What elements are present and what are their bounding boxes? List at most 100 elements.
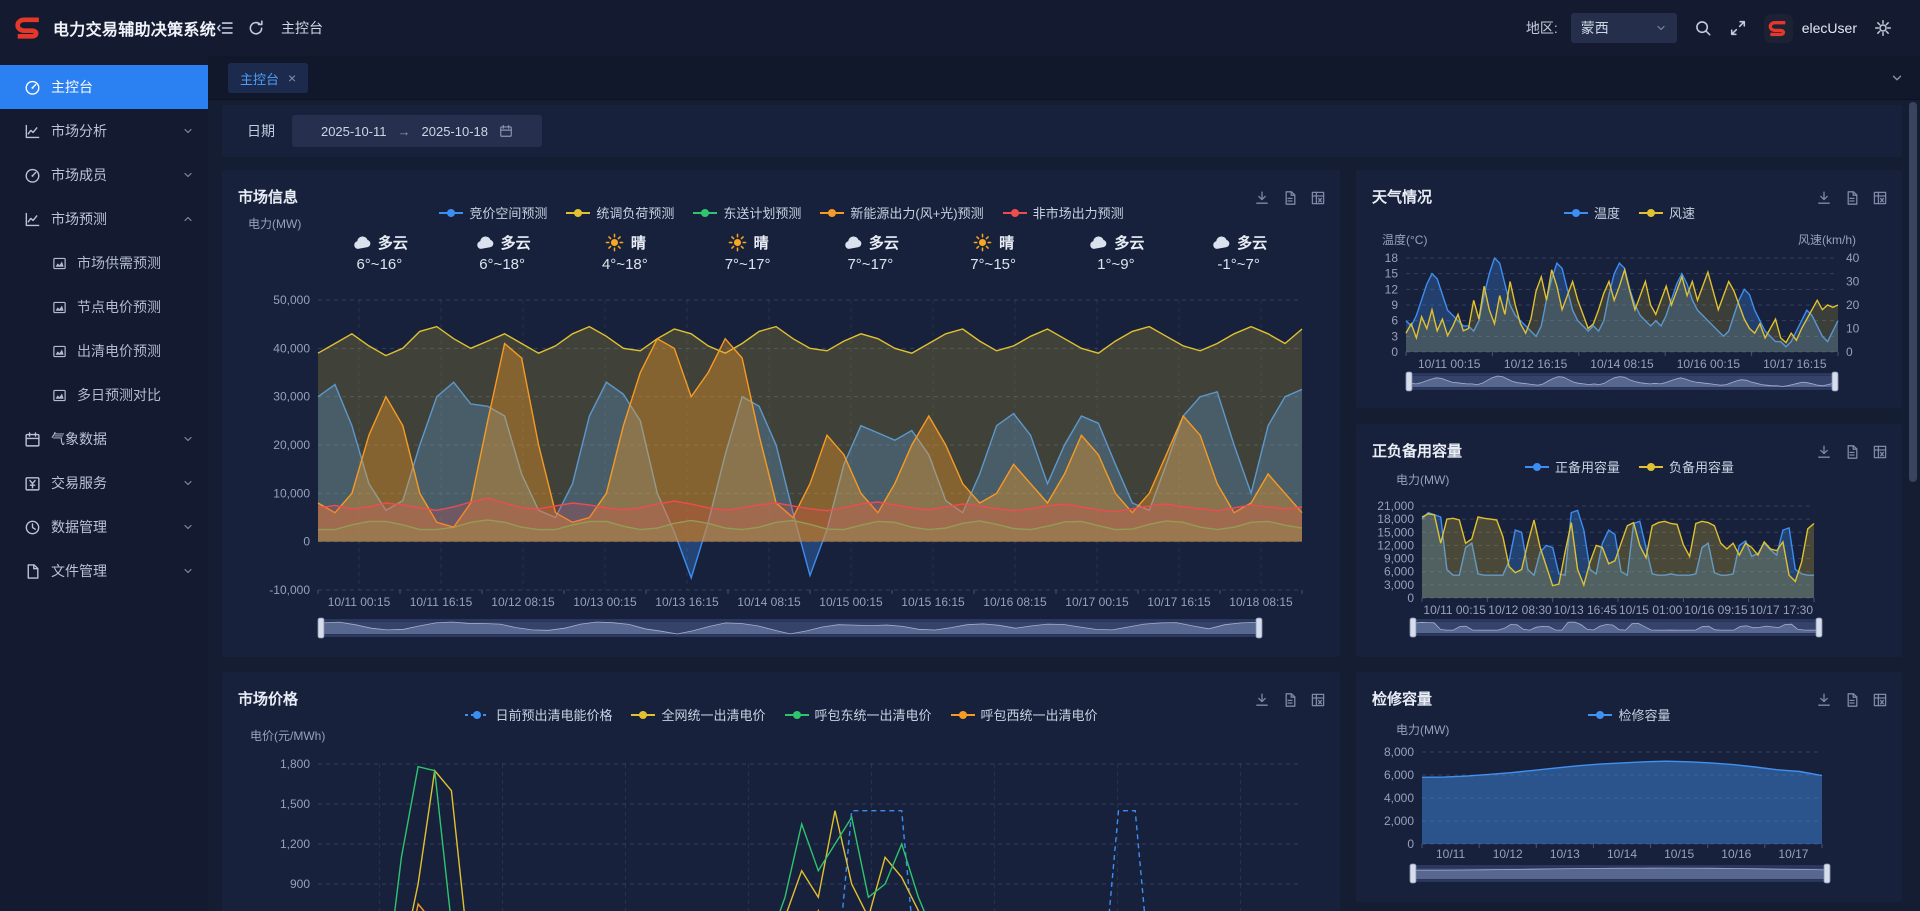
main-content: 主控台 × 日期 2025-10-11 → 2025-10-18 50,0004… (208, 56, 1920, 911)
svg-text:12,000: 12,000 (1377, 538, 1414, 552)
svg-text:30,000: 30,000 (273, 390, 310, 404)
sidebar-item-clearing-price-forecast[interactable]: 出清电价预测 (0, 329, 208, 373)
legend-item[interactable]: 呼包西统一出清电价 (950, 705, 1098, 724)
sidebar-item-label: 交易服务 (51, 473, 172, 493)
legend-item[interactable]: 日前预出清电能价格 (464, 705, 612, 724)
legend-item[interactable]: 风速 (1638, 203, 1695, 222)
yen-icon (24, 475, 41, 492)
svg-text:风速(km/h): 风速(km/h) (1798, 233, 1856, 247)
sidebar-item-trade-service[interactable]: 交易服务 (0, 461, 208, 505)
svg-text:10/15 00:15: 10/15 00:15 (819, 595, 883, 609)
svg-text:10/13: 10/13 (1550, 847, 1580, 861)
line-icon (24, 123, 41, 140)
tab-console[interactable]: 主控台 × (228, 63, 308, 93)
legend-item[interactable]: 呼包东统一出清电价 (784, 705, 932, 724)
sidebar-item-file-mgmt[interactable]: 文件管理 (0, 549, 208, 593)
legend-item[interactable]: 负备用容量 (1638, 457, 1734, 476)
sidebar-item-data-mgmt[interactable]: 数据管理 (0, 505, 208, 549)
sidebar-item-supply-demand-forecast[interactable]: 市场供需预测 (0, 241, 208, 285)
app: 电力交易辅助决策系统 主控台 地区: 蒙西 elecUser (0, 0, 1920, 911)
legend-marker-icon (464, 710, 490, 720)
svg-text:10/11 16:15: 10/11 16:15 (410, 595, 473, 609)
sidebar-item-console[interactable]: 主控台 (0, 65, 208, 109)
user-avatar[interactable] (1764, 14, 1793, 43)
svg-text:2,000: 2,000 (1384, 814, 1414, 828)
legend-item[interactable]: 全网统一出清电价 (630, 705, 765, 724)
svg-text:9,000: 9,000 (1384, 552, 1414, 566)
settings-gear-icon[interactable] (1874, 19, 1892, 37)
tab-close-icon[interactable]: × (288, 71, 296, 85)
file-icon (24, 563, 41, 580)
legend-item[interactable]: 竞价空间预测 (438, 203, 547, 222)
fullscreen-icon[interactable] (1729, 19, 1747, 37)
svg-text:电价(元/MWh): 电价(元/MWh) (250, 729, 325, 743)
legend-item[interactable]: 统调负荷预测 (565, 203, 674, 222)
legend-item[interactable]: 东送计划预测 (692, 203, 801, 222)
svg-text:10/11 00:15: 10/11 00:15 (1418, 357, 1481, 371)
legend-item[interactable]: 新能源出力(风+光)预测 (819, 203, 983, 222)
region-select[interactable]: 蒙西 (1571, 13, 1677, 43)
collapse-menu-icon[interactable] (216, 19, 234, 37)
weather-temp-range: 7°~17° (725, 256, 771, 273)
cloud-icon (474, 233, 495, 252)
date-end-value: 2025-10-18 (422, 124, 489, 139)
legend-item[interactable]: 正备用容量 (1524, 457, 1620, 476)
weather-temp-range: -1°~7° (1217, 256, 1259, 273)
svg-text:10/17 16:15: 10/17 16:15 (1147, 595, 1211, 609)
sidebar-item-market-members[interactable]: 市场成员 (0, 153, 208, 197)
svg-text:10/15 16:15: 10/15 16:15 (901, 595, 965, 609)
weather-label: 多云 (1114, 232, 1144, 253)
legend-marker-icon (1524, 462, 1550, 472)
sidebar-item-weather-data[interactable]: 气象数据 (0, 417, 208, 461)
tabbar-chevron-down-icon[interactable] (1890, 71, 1904, 85)
svg-text:10/12 08:15: 10/12 08:15 (491, 595, 555, 609)
region-label: 地区: (1526, 18, 1558, 38)
svg-text:0: 0 (1407, 837, 1414, 851)
svg-text:0: 0 (1407, 591, 1414, 605)
date-arrow-icon: → (398, 124, 411, 139)
svg-text:0: 0 (1391, 345, 1398, 359)
legend-marker-icon (1563, 208, 1589, 218)
svg-text:6,000: 6,000 (1384, 565, 1414, 579)
search-icon[interactable] (1694, 19, 1712, 37)
legend-marker-icon (1002, 208, 1028, 218)
weather-day: 多云1°~9° (1055, 232, 1178, 273)
weather-label: 晴 (631, 232, 646, 253)
cloud-icon (351, 233, 372, 252)
svg-text:40,000: 40,000 (273, 341, 310, 355)
svg-text:3,000: 3,000 (1384, 578, 1414, 592)
weather-temp-range: 7°~15° (970, 256, 1016, 273)
gauge-icon (24, 79, 41, 96)
bar-chart-icon (52, 256, 67, 271)
svg-text:10/12 16:15: 10/12 16:15 (1504, 357, 1568, 371)
weather-temp-range: 7°~17° (847, 256, 893, 273)
brand: 电力交易辅助决策系统 (0, 13, 216, 43)
refresh-icon[interactable] (247, 19, 265, 37)
scrollbar-thumb[interactable] (1909, 102, 1917, 482)
panel-market-info: 50,00040,00030,00020,00010,0000-10,00010… (222, 170, 1340, 657)
legend-item[interactable]: 检修容量 (1587, 705, 1670, 724)
sidebar-item-multi-day-compare[interactable]: 多日预测对比 (0, 373, 208, 417)
date-range-input[interactable]: 2025-10-11 → 2025-10-18 (292, 115, 542, 147)
weather-label: 多云 (501, 232, 531, 253)
sidebar-item-market-forecast[interactable]: 市场预测 (0, 197, 208, 241)
legend-marker-icon (1587, 710, 1613, 720)
svg-text:10,000: 10,000 (273, 486, 310, 500)
calendar-icon (499, 124, 513, 138)
chevron-down-icon (182, 521, 194, 533)
sidebar-item-market-analysis[interactable]: 市场分析 (0, 109, 208, 153)
chart-legend: 检修容量 (1356, 705, 1902, 724)
weather-label: 晴 (999, 232, 1014, 253)
svg-text:4,000: 4,000 (1384, 791, 1414, 805)
svg-text:10/16 09:15: 10/16 09:15 (1684, 603, 1748, 617)
bar-chart-icon (52, 300, 67, 315)
weather-day: 多云7°~17° (809, 232, 932, 273)
weather-label: 多云 (378, 232, 408, 253)
date-label: 日期 (247, 121, 275, 141)
chevron-down-icon (182, 125, 194, 137)
sidebar-item-node-price-forecast[interactable]: 节点电价预测 (0, 285, 208, 329)
legend-item[interactable]: 非市场出力预测 (1002, 203, 1124, 222)
legend-marker-icon (950, 710, 976, 720)
sidebar-item-label: 文件管理 (51, 561, 172, 581)
legend-item[interactable]: 温度 (1563, 203, 1620, 222)
